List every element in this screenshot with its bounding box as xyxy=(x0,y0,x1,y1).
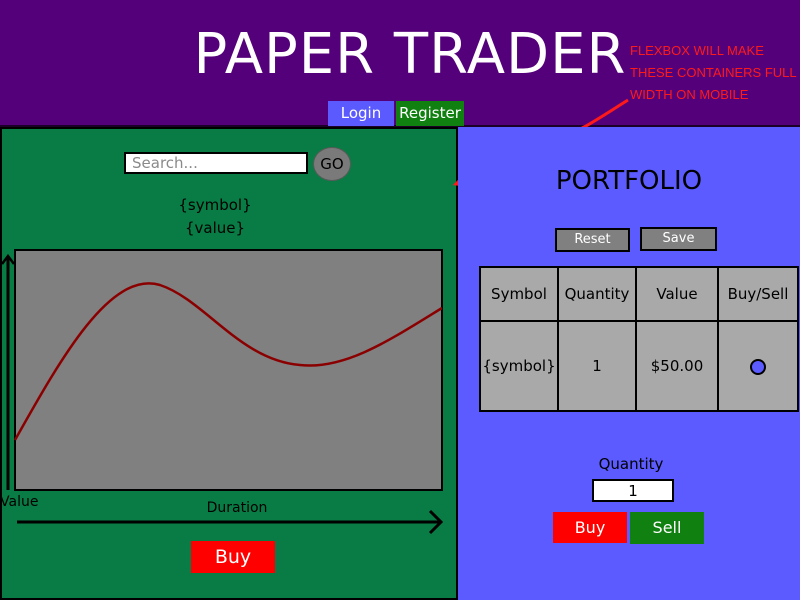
portfolio-table: Symbol Quantity Value Buy/Sell {symbol} … xyxy=(479,266,799,412)
chart-buy-button[interactable]: Buy xyxy=(191,541,275,573)
table-row: {symbol} 1 $50.00 xyxy=(479,320,799,412)
value-placeholder: {value} xyxy=(184,219,246,237)
register-button[interactable]: Register xyxy=(396,101,464,126)
column-header-quantity: Quantity xyxy=(557,266,637,322)
reset-button[interactable]: Reset xyxy=(555,228,630,252)
table-header-row: Symbol Quantity Value Buy/Sell xyxy=(479,266,799,322)
cell-symbol: {symbol} xyxy=(479,320,559,412)
search-input[interactable] xyxy=(124,152,308,174)
go-button[interactable]: GO xyxy=(313,147,351,181)
x-axis-label: Duration xyxy=(207,500,268,516)
cell-buy-sell xyxy=(717,320,799,412)
y-axis-label: Value xyxy=(0,494,38,510)
portfolio-sell-button[interactable]: Sell xyxy=(630,512,704,544)
cell-quantity: 1 xyxy=(557,320,637,412)
column-header-value: Value xyxy=(635,266,719,322)
annotation-note: FLEXBOX WILL MAKE THESE CONTAINERS FULL … xyxy=(630,43,797,102)
column-header-buy-sell: Buy/Sell xyxy=(717,266,799,322)
quantity-label: Quantity xyxy=(598,455,664,473)
login-button[interactable]: Login xyxy=(328,101,394,126)
price-chart: Value Duration xyxy=(0,249,444,535)
column-header-symbol: Symbol xyxy=(479,266,559,322)
cell-value: $50.00 xyxy=(635,320,719,412)
buy-sell-radio[interactable] xyxy=(750,358,766,375)
plot-area xyxy=(14,249,443,491)
symbol-placeholder: {symbol} xyxy=(178,196,252,214)
portfolio-buy-button[interactable]: Buy xyxy=(553,512,627,543)
portfolio-title: PORTFOLIO xyxy=(555,166,703,196)
quantity-input[interactable] xyxy=(592,479,674,502)
save-button[interactable]: Save xyxy=(640,227,717,251)
